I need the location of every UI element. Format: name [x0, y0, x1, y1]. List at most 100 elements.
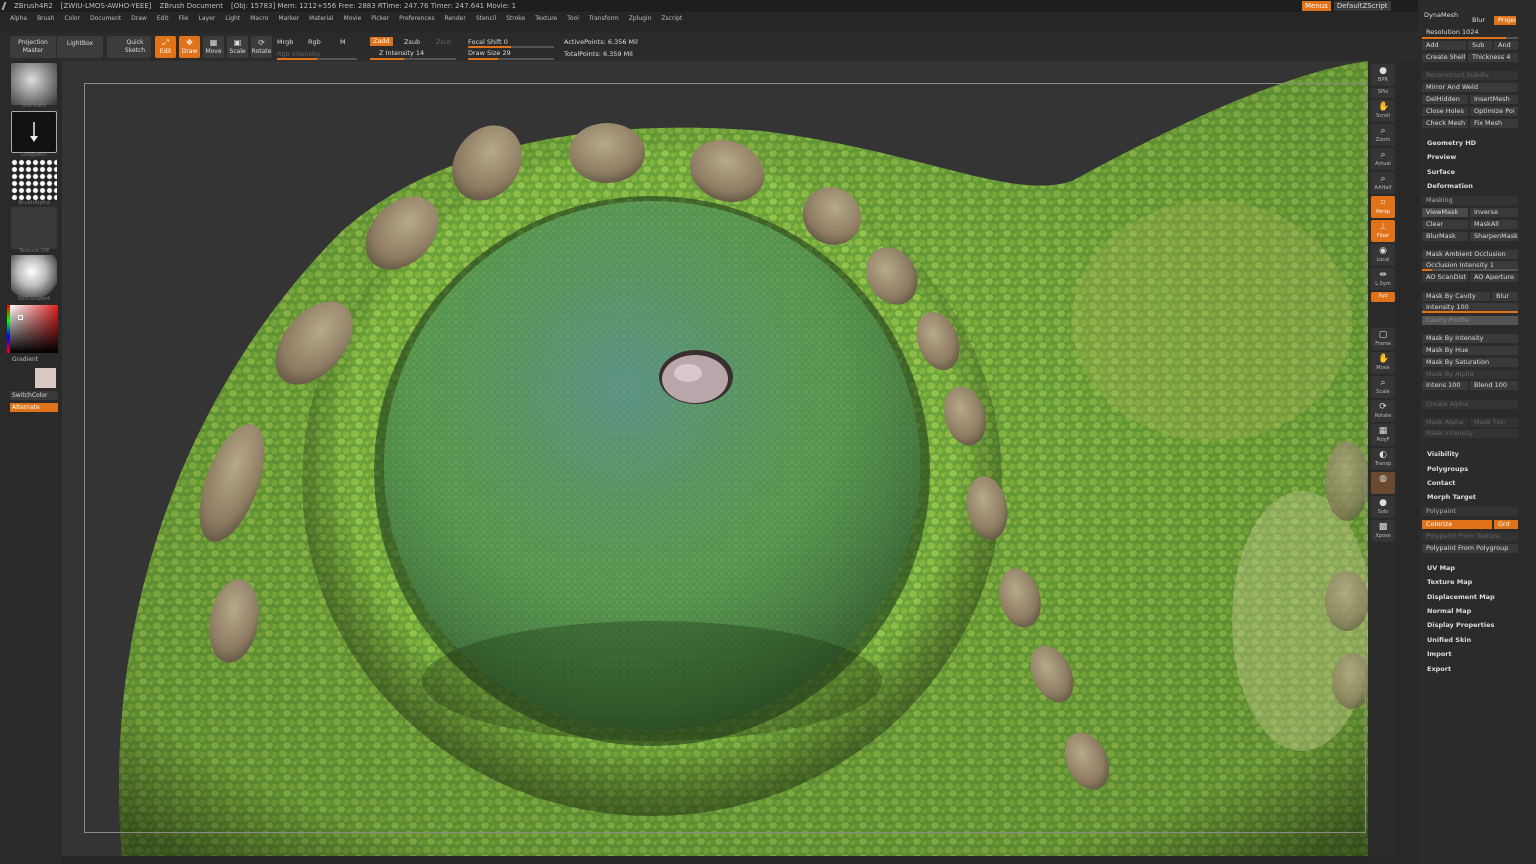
display-properties-header[interactable]: Display Properties: [1427, 620, 1494, 630]
mask-by-hue-button[interactable]: Mask By Hue: [1422, 346, 1518, 355]
spix-button[interactable]: SPix: [1371, 88, 1395, 98]
menu-render[interactable]: Render: [444, 13, 465, 25]
viewport-canvas[interactable]: [62, 61, 1368, 856]
preview-header[interactable]: Preview: [1427, 152, 1456, 162]
export-header[interactable]: Export: [1427, 664, 1451, 674]
scroll-button[interactable]: ✋ Scroll: [1371, 100, 1395, 122]
viewmask-button[interactable]: ViewMask: [1422, 208, 1468, 217]
cavity-blur-slider[interactable]: Blur: [1492, 292, 1518, 301]
mask-by-intensity-button[interactable]: Mask By Intensity: [1422, 334, 1518, 343]
alternate-button[interactable]: Alternate: [10, 403, 58, 412]
contact-header[interactable]: Contact: [1427, 478, 1455, 488]
menu-material[interactable]: Material: [309, 13, 333, 25]
scale-view-button[interactable]: ⌕ Scale: [1371, 376, 1395, 398]
lightbox-button[interactable]: LightBox: [57, 36, 103, 58]
fix-mesh-button[interactable]: Fix Mesh: [1470, 119, 1518, 128]
sharpenmask-button[interactable]: SharpenMask: [1470, 232, 1518, 241]
menu-tool[interactable]: Tool: [567, 13, 579, 25]
secondary-color-swatch[interactable]: [35, 368, 56, 388]
menu-layer[interactable]: Layer: [199, 13, 216, 25]
normal-map-header[interactable]: Normal Map: [1427, 606, 1471, 616]
mrgb-toggle[interactable]: Mrgb: [277, 38, 293, 46]
menu-preferences[interactable]: Preferences: [399, 13, 434, 25]
brush-alpha-thumb[interactable]: [11, 159, 57, 201]
frame-button[interactable]: ▢ Frame: [1371, 328, 1395, 350]
mask-txtr-button[interactable]: Mask Txtr: [1470, 418, 1518, 427]
rgb-toggle[interactable]: Rgb: [308, 38, 321, 46]
mask-by-saturation-button[interactable]: Mask By Saturation: [1422, 358, 1518, 367]
bottom-tray-bar[interactable]: [62, 856, 1368, 864]
blend-slider[interactable]: Blend 100: [1470, 381, 1518, 390]
quick-sketch-button[interactable]: Quick Sketch: [107, 36, 151, 58]
bpr-button[interactable]: ● BPR: [1371, 64, 1395, 86]
visibility-header[interactable]: Visibility: [1427, 449, 1459, 459]
mirror-and-weld-button[interactable]: Mirror And Weld: [1422, 83, 1518, 92]
menu-transform[interactable]: Transform: [589, 13, 619, 25]
close-holes-button[interactable]: Close Holes: [1422, 107, 1468, 116]
floor-button[interactable]: ⊥ Floor: [1371, 220, 1395, 242]
ao-scandist-slider[interactable]: AO ScanDist: [1422, 273, 1468, 282]
morph-target-header[interactable]: Morph Target: [1427, 492, 1476, 502]
rotate-button[interactable]: ⟳ Rotate: [251, 36, 272, 58]
menu-picker[interactable]: Picker: [371, 13, 389, 25]
xyz-button[interactable]: Xyz: [1371, 292, 1395, 302]
geometry-hd-header[interactable]: Geometry HD: [1427, 138, 1476, 148]
zsub-toggle[interactable]: Zsub: [404, 38, 420, 46]
gradient-toggle[interactable]: Gradient: [10, 355, 58, 364]
menu-light[interactable]: Light: [225, 13, 240, 25]
scale-button[interactable]: ▣ Scale: [227, 36, 248, 58]
mask-by-cavity-button[interactable]: Mask By Cavity: [1422, 292, 1490, 301]
mask-by-alpha-button[interactable]: Mask By Alpha: [1422, 370, 1518, 379]
menu-movie[interactable]: Movie: [344, 13, 362, 25]
add-button[interactable]: Add: [1422, 41, 1466, 50]
surface-header[interactable]: Surface: [1427, 167, 1455, 177]
draw-button[interactable]: ✥ Draw: [179, 36, 200, 58]
ghost-button[interactable]: ◍: [1371, 472, 1395, 494]
menus-button[interactable]: Menus: [1302, 1, 1331, 11]
sub-button[interactable]: Sub: [1468, 41, 1492, 50]
menu-draw[interactable]: Draw: [131, 13, 147, 25]
cavity-profile-button[interactable]: Cavity Profile: [1422, 316, 1518, 325]
menu-stencil[interactable]: Stencil: [476, 13, 496, 25]
menu-edit[interactable]: Edit: [157, 13, 169, 25]
grd-toggle[interactable]: Grd: [1494, 520, 1518, 529]
intens-slider[interactable]: Intens 100: [1422, 381, 1468, 390]
menu-texture[interactable]: Texture: [535, 13, 557, 25]
project-toggle[interactable]: Projec: [1494, 16, 1516, 25]
zadd-toggle[interactable]: Zadd: [370, 37, 393, 46]
zoom-button[interactable]: ⌕ Zoom: [1371, 124, 1395, 146]
edit-button[interactable]: ⤢ Edit: [155, 36, 176, 58]
mask-intensity-slider[interactable]: Mask Intensity: [1422, 429, 1518, 438]
texture-thumb[interactable]: [11, 207, 57, 249]
optimize-points-button[interactable]: Optimize Poi: [1470, 107, 1518, 116]
insertmesh-button[interactable]: InsertMesh: [1470, 95, 1518, 104]
standard-brush-thumb[interactable]: [11, 63, 57, 105]
menu-file[interactable]: File: [178, 13, 188, 25]
create-alpha-button[interactable]: Create Alpha: [1422, 400, 1518, 409]
menu-color[interactable]: Color: [64, 13, 80, 25]
create-shell-button[interactable]: Create Shell: [1422, 53, 1466, 62]
check-mesh-button[interactable]: Check Mesh: [1422, 119, 1468, 128]
persp-button[interactable]: ⌗ Persp: [1371, 196, 1395, 218]
masking-header[interactable]: Masking: [1422, 196, 1518, 205]
polyf-button[interactable]: ▦ PolyF: [1371, 424, 1395, 446]
local-button[interactable]: ◉ Local: [1371, 244, 1395, 266]
polypaint-header[interactable]: Polypaint: [1422, 507, 1518, 516]
maskall-button[interactable]: MaskAll: [1470, 220, 1518, 229]
blurmask-button[interactable]: BlurMask: [1422, 232, 1468, 241]
transp-button[interactable]: ◐ Transp: [1371, 448, 1395, 470]
menu-marker[interactable]: Marker: [278, 13, 299, 25]
menu-alpha[interactable]: Alpha: [10, 13, 27, 25]
rgb-intensity-slider[interactable]: [277, 58, 357, 60]
dragrect-stroke-thumb[interactable]: [11, 111, 57, 153]
switch-color-button[interactable]: SwitchColor: [10, 391, 58, 400]
default-zscript-button[interactable]: DefaultZScript: [1333, 1, 1391, 11]
unified-skin-header[interactable]: Unified Skin: [1427, 635, 1471, 645]
solo-button[interactable]: ● Solo: [1371, 496, 1395, 518]
aahalf-button[interactable]: ⌕ AAHalf: [1371, 172, 1395, 194]
menu-zscript[interactable]: Zscript: [661, 13, 682, 25]
move-button[interactable]: ▦ Move: [203, 36, 224, 58]
menu-document[interactable]: Document: [90, 13, 121, 25]
colorize-toggle[interactable]: Colorize: [1422, 520, 1492, 529]
zcut-toggle[interactable]: Zcut: [436, 38, 451, 46]
